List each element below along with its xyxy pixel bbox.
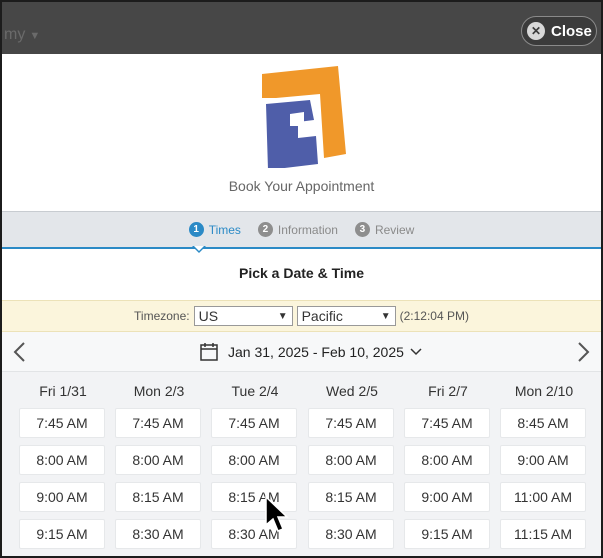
calendar-icon	[200, 343, 218, 361]
mouse-pointer-icon	[265, 495, 289, 532]
day-header: Mon 2/3	[133, 383, 185, 399]
close-icon: ✕	[527, 22, 545, 40]
timezone-region-select[interactable]: US ▼	[193, 306, 293, 326]
step-label: Information	[277, 222, 338, 237]
timezone-label: Timezone:	[134, 309, 190, 323]
company-logo	[262, 66, 346, 168]
day-header: Tue 2/4	[231, 383, 279, 399]
time-slot[interactable]: 9:15 AM	[19, 519, 105, 549]
time-slot[interactable]: 11:00 AM	[500, 482, 586, 512]
date-range-picker[interactable]: Jan 31, 2025 - Feb 10, 2025	[199, 342, 422, 362]
step-number: 3	[354, 222, 370, 237]
progress-steps: 1 Times 2 Information 3 Review	[2, 211, 601, 249]
top-bar: my ▼ ✕ Close	[2, 2, 601, 54]
current-time: (2:12:04 PM)	[399, 309, 469, 323]
page-title: Book Your Appointment	[228, 178, 375, 194]
section-heading: Pick a Date & Time	[238, 265, 365, 281]
step-times[interactable]: 1 Times	[188, 222, 241, 237]
timezone-zone-select[interactable]: Pacific ▼	[296, 306, 396, 326]
chevron-right-icon[interactable]	[573, 340, 593, 364]
day-column: Fri 2/7 7:45 AM 8:00 AM 9:00 AM 9:15 AM	[404, 372, 492, 556]
timezone-bar: Timezone: US ▼ Pacific ▼ (2:12:04 PM)	[2, 300, 601, 332]
time-slot[interactable]: 8:30 AM	[115, 519, 201, 549]
booking-window: my ▼ ✕ Close Book Your Appointment 1 Time…	[0, 0, 603, 558]
day-header: Mon 2/10	[514, 383, 574, 399]
day-column: Mon 2/3 7:45 AM 8:00 AM 8:15 AM 8:30 AM	[115, 372, 203, 556]
time-slot[interactable]: 8:00 AM	[19, 445, 105, 475]
chevron-down-icon	[410, 348, 422, 356]
time-slot[interactable]: 8:15 AM	[308, 482, 394, 512]
time-slot[interactable]: 7:45 AM	[115, 408, 201, 438]
chevron-down-icon: ▼	[277, 310, 288, 322]
caret-down-icon: ▼	[29, 30, 41, 42]
day-header: Fri 2/7	[428, 383, 468, 399]
time-slot[interactable]: 7:45 AM	[211, 408, 297, 438]
chevron-left-icon[interactable]	[10, 340, 30, 364]
zone-value: Pacific	[301, 308, 343, 324]
day-column: Mon 2/10 8:45 AM 9:00 AM 11:00 AM 11:15 …	[500, 372, 588, 556]
step-number: 2	[257, 222, 273, 237]
time-slot[interactable]: 9:00 AM	[404, 482, 490, 512]
time-slot[interactable]: 7:45 AM	[308, 408, 394, 438]
step-label: Review	[374, 222, 415, 237]
date-range-label: Jan 31, 2025 - Feb 10, 2025	[228, 344, 404, 360]
menu-dropdown[interactable]: my ▼	[4, 26, 40, 44]
time-slot[interactable]: 7:45 AM	[404, 408, 490, 438]
time-slot[interactable]: 8:00 AM	[308, 445, 394, 475]
time-slot[interactable]: 9:00 AM	[19, 482, 105, 512]
close-button[interactable]: ✕ Close	[521, 16, 597, 46]
time-slot[interactable]: 8:15 AM	[115, 482, 201, 512]
booking-header: Book Your Appointment	[2, 54, 601, 211]
step-information[interactable]: 2 Information	[257, 222, 338, 237]
time-slot[interactable]: 7:45 AM	[19, 408, 105, 438]
time-slot[interactable]: 8:45 AM	[500, 408, 586, 438]
step-review[interactable]: 3 Review	[354, 222, 415, 237]
day-column: Wed 2/5 7:45 AM 8:00 AM 8:15 AM 8:30 AM	[308, 372, 396, 556]
step-label: Times	[208, 222, 241, 237]
date-range-bar: Jan 31, 2025 - Feb 10, 2025	[2, 332, 601, 372]
day-column: Fri 1/31 7:45 AM 8:00 AM 9:00 AM 9:15 AM	[19, 372, 107, 556]
time-slot[interactable]: 9:00 AM	[500, 445, 586, 475]
time-slot[interactable]: 9:15 AM	[404, 519, 490, 549]
chevron-down-icon: ▼	[380, 310, 391, 322]
menu-label: my	[4, 26, 26, 43]
time-slot-grid: Fri 1/31 7:45 AM 8:00 AM 9:00 AM 9:15 AM…	[2, 372, 601, 556]
day-header: Fri 1/31	[39, 383, 87, 399]
time-slot[interactable]: 8:00 AM	[211, 445, 297, 475]
time-slot[interactable]: 8:30 AM	[308, 519, 394, 549]
active-step-pointer	[192, 246, 206, 253]
region-value: US	[198, 308, 219, 324]
time-slot[interactable]: 8:00 AM	[404, 445, 490, 475]
close-label: Close	[551, 22, 592, 40]
step-number: 1	[188, 222, 204, 237]
time-slot[interactable]: 8:00 AM	[115, 445, 201, 475]
time-slot[interactable]: 11:15 AM	[500, 519, 586, 549]
day-header: Wed 2/5	[326, 383, 378, 399]
